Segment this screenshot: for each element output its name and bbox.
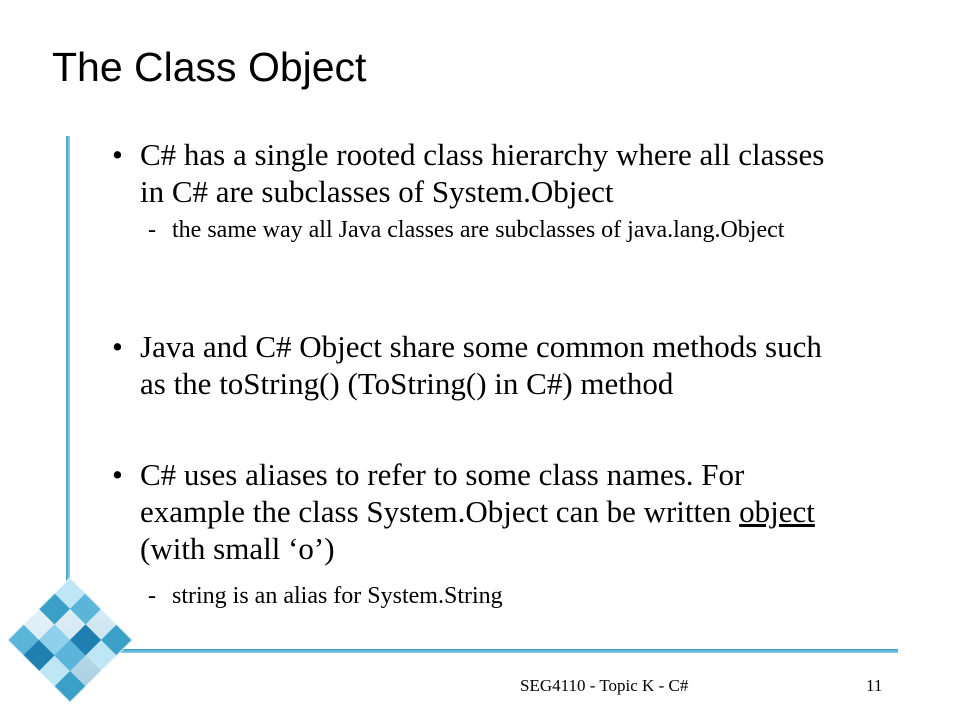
bullet-1: • C# has a single rooted class hierarchy… <box>112 136 852 210</box>
bullet-1-text: C# has a single rooted class hierarchy w… <box>140 137 825 209</box>
bullet-1-sub-text: the same way all Java classes are subcla… <box>172 217 785 243</box>
accent-vertical-line <box>66 136 70 614</box>
bullet-3-text-before: C# uses aliases to refer to some class n… <box>140 457 745 529</box>
bullet-marker: • <box>112 137 123 172</box>
footer-course: SEG4110 - Topic K - C# <box>520 676 689 695</box>
sub-marker: - <box>148 583 156 609</box>
bullet-2-text: Java and C# Object share some common met… <box>140 329 822 401</box>
bullet-2: • Java and C# Object share some common m… <box>112 328 852 402</box>
accent-horizontal-line <box>100 649 898 653</box>
diamond-mosaic-logo-icon <box>6 576 134 704</box>
footer-page-number: 11 <box>866 676 883 695</box>
bullet-3-sub-text: string is an alias for System.String <box>172 583 503 609</box>
bullet-3-sub: - string is an alias for System.String <box>148 582 808 610</box>
sub-marker: - <box>148 217 156 243</box>
bullet-3-text-after: (with small ‘o’) <box>140 531 335 566</box>
bullet-1-sub: - the same way all Java classes are subc… <box>148 216 808 244</box>
bullet-marker: • <box>112 329 123 364</box>
slide-title: The Class Object <box>52 44 367 90</box>
bullet-3: • C# uses aliases to refer to some class… <box>112 456 852 567</box>
slide: The Class Object • C# has a single roote… <box>0 0 960 720</box>
bullet-marker: • <box>112 457 123 492</box>
bullet-3-underlined-word: object <box>739 494 815 529</box>
